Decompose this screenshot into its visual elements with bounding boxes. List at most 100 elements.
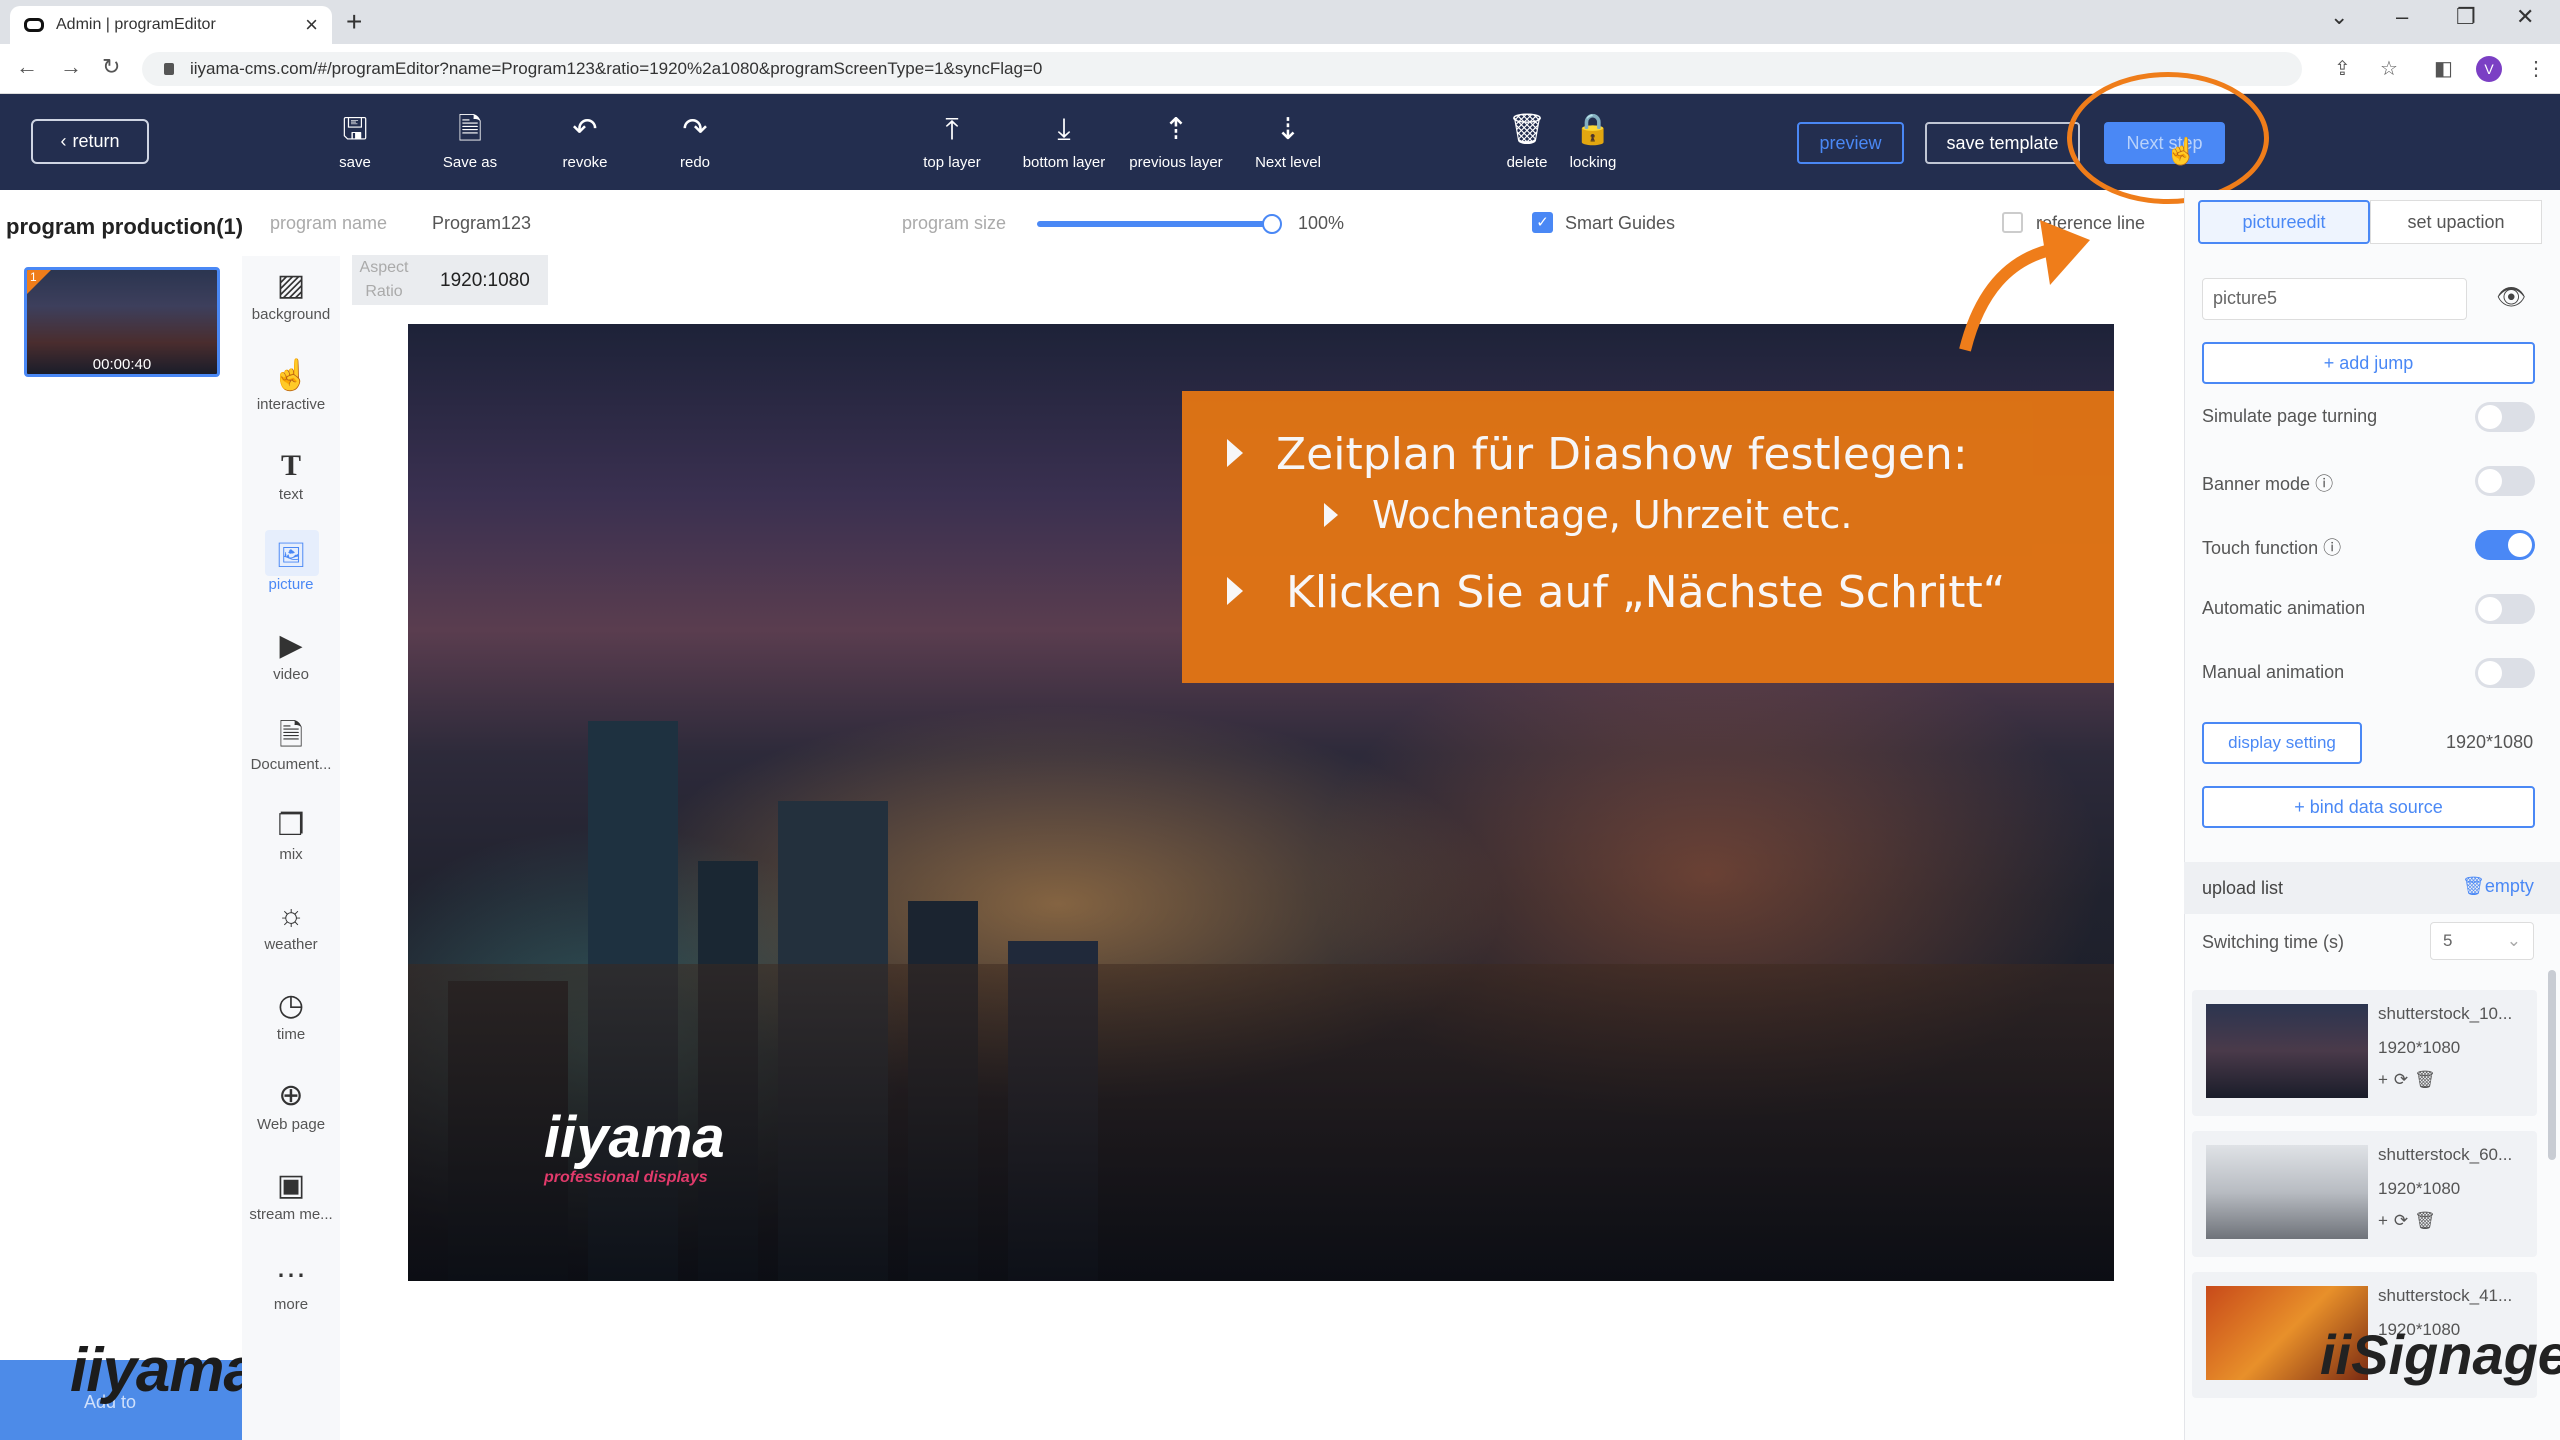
empty-button[interactable]: 🗑empty — [2462, 876, 2534, 897]
url-text: iiyama-cms.com/#/programEditor?name=Prog… — [190, 59, 1043, 78]
previous-layer-button[interactable]: ⇡ previous layer — [1121, 112, 1231, 184]
reload-icon[interactable]: ↻ — [102, 54, 120, 80]
program-thumbnail[interactable]: 1 00:00:40 — [24, 267, 220, 377]
upload-list-item[interactable]: shutterstock_60... 1920*1080 +⟳🗑 — [2192, 1131, 2537, 1257]
new-tab-button[interactable]: + — [346, 6, 362, 38]
video-tool[interactable]: ▶ video — [242, 626, 340, 706]
display-setting-button[interactable]: display setting — [2202, 722, 2362, 764]
revoke-label: revoke — [562, 154, 608, 171]
file-actions[interactable]: +⟳🗑 — [2378, 1211, 2442, 1231]
tab-set-upaction[interactable]: set upaction — [2370, 200, 2542, 244]
next-level-label: Next level — [1255, 154, 1321, 171]
iisignage-logo: iiSignage² — [2320, 1323, 2560, 1386]
locking-label: locking — [1569, 154, 1617, 171]
upload-list-label: upload list — [2202, 878, 2284, 898]
top-layer-icon: ⤒ — [945, 113, 959, 146]
program-size-slider[interactable] — [1037, 221, 1280, 227]
text-tool[interactable]: Ttext — [242, 446, 340, 526]
callout-arrow-icon — [1959, 220, 2090, 352]
top-layer-label: top layer — [923, 154, 981, 171]
simulate-page-turning-toggle[interactable] — [2475, 402, 2535, 432]
forward-arrow-icon[interactable]: → — [60, 54, 82, 80]
profile-avatar[interactable]: V — [2476, 56, 2502, 82]
program-production-title: program production(1) — [6, 214, 244, 239]
back-arrow-icon[interactable]: ← — [16, 54, 38, 80]
sidebar-icon[interactable]: ◧ — [2434, 56, 2453, 81]
video-icon: ▶ — [279, 629, 303, 662]
minimize-button[interactable]: – — [2396, 4, 2408, 30]
more-icon: ⋯ — [276, 1259, 306, 1292]
share-icon[interactable]: ⇪ — [2334, 56, 2351, 81]
program-name-label: program name — [270, 213, 388, 233]
automatic-animation-toggle[interactable] — [2475, 594, 2535, 624]
top-layer-button[interactable]: ⤒ top layer — [897, 112, 1007, 184]
program-size-value: 100% — [1298, 213, 1345, 233]
instruction-line-3: Klicken Sie auf „Nächste Schritt“ — [1286, 567, 2006, 618]
file-resolution: 1920*1080 — [2378, 1179, 2461, 1198]
mix-tool[interactable]: ❐ mix — [242, 806, 340, 886]
program-name-value[interactable]: Program123 — [432, 213, 531, 234]
smart-guides-checkbox[interactable]: ✓ — [1532, 212, 1553, 233]
save-template-button[interactable]: save template — [1925, 122, 2080, 164]
bottom-layer-button[interactable]: ⤓ bottom layer — [1009, 112, 1119, 184]
file-name: shutterstock_41... — [2378, 1286, 2513, 1305]
revoke-button[interactable]: ↶ revoke — [530, 112, 640, 184]
save-button[interactable]: 🖫 save — [300, 112, 410, 184]
switching-time-select[interactable]: 5 ⌄ — [2430, 922, 2534, 960]
url-field[interactable]: iiyama-cms.com/#/programEditor?name=Prog… — [142, 52, 2302, 86]
save-as-icon: 🗎 — [457, 113, 483, 146]
background-tool[interactable]: ▨ background — [242, 266, 340, 346]
bind-data-source-button[interactable]: + bind data source — [2202, 786, 2535, 828]
web-page-label: Web page — [256, 1116, 326, 1133]
more-tool[interactable]: ⋯ more — [242, 1256, 340, 1336]
element-name-input[interactable]: picture5 — [2202, 278, 2467, 320]
banner-mode-toggle[interactable] — [2475, 466, 2535, 496]
locking-button[interactable]: 🔒 locking — [1538, 112, 1648, 184]
bottom-layer-label: bottom layer — [1022, 154, 1106, 171]
tab-pictureedit[interactable]: pictureedit — [2198, 200, 2370, 244]
file-name: shutterstock_60... — [2378, 1145, 2513, 1164]
tab-close-icon[interactable]: × — [305, 12, 318, 38]
upload-list-item[interactable]: shutterstock_10... 1920*1080 +⟳🗑 — [2192, 990, 2537, 1116]
add-jump-button[interactable]: + add jump — [2202, 342, 2535, 384]
close-window-button[interactable]: ✕ — [2516, 4, 2534, 30]
tab-search-icon[interactable]: ⌄ — [2330, 4, 2348, 30]
preview-button[interactable]: preview — [1797, 122, 1904, 164]
save-as-button[interactable]: 🗎 Save as — [415, 112, 525, 184]
browser-tab[interactable]: Admin | programEditor × — [10, 6, 332, 44]
program-size-slider-handle[interactable] — [1262, 214, 1282, 234]
bullet-triangle-icon — [1227, 577, 1243, 605]
chevron-down-icon: ⌄ — [2506, 931, 2521, 950]
text-label: text — [278, 486, 304, 503]
file-actions[interactable]: +⟳🗑 — [2378, 1070, 2442, 1090]
redo-icon: ↷ — [682, 113, 708, 146]
browser-menu-icon[interactable]: ⋮ — [2526, 56, 2546, 81]
touch-function-toggle[interactable] — [2475, 530, 2535, 560]
chevron-left-icon: ‹ — [60, 131, 67, 151]
picture-icon: 🖼 — [275, 542, 307, 569]
canvas-iiyama-logo: iiyama — [544, 1105, 725, 1170]
redo-button[interactable]: ↷ redo — [640, 112, 750, 184]
trash-icon: 🗑 — [2462, 876, 2485, 896]
iiyama-logo: iiyama — [70, 1336, 258, 1405]
document-label: Document... — [250, 756, 332, 773]
return-button[interactable]: ‹ return — [31, 119, 149, 164]
file-resolution: 1920*1080 — [2378, 1038, 2461, 1057]
weather-tool[interactable]: ☼ weather — [242, 896, 340, 976]
next-level-button[interactable]: ⇣ Next level — [1233, 112, 1343, 184]
visibility-eye-icon[interactable]: 👁 — [2496, 283, 2526, 312]
canvas-logo-subtitle: professional displays — [544, 1169, 708, 1186]
stream-media-tool[interactable]: ▣ stream me... — [242, 1166, 340, 1246]
bookmark-star-icon[interactable]: ☆ — [2380, 56, 2398, 81]
mix-icon: ❐ — [277, 809, 305, 842]
manual-animation-toggle[interactable] — [2475, 658, 2535, 688]
time-tool[interactable]: ◷ time — [242, 986, 340, 1066]
picture-tool[interactable]: 🖼 picture — [242, 536, 340, 616]
interactive-tool[interactable]: ☝ interactive — [242, 356, 340, 436]
tab-title: Admin | programEditor — [56, 16, 216, 33]
restore-button[interactable]: ❐ — [2456, 4, 2476, 30]
web-page-tool[interactable]: ⊕ Web page — [242, 1076, 340, 1156]
file-thumbnail — [2206, 1004, 2368, 1098]
upload-list-scrollbar[interactable] — [2548, 970, 2556, 1160]
document-tool[interactable]: 🗎 Document... — [242, 716, 340, 796]
